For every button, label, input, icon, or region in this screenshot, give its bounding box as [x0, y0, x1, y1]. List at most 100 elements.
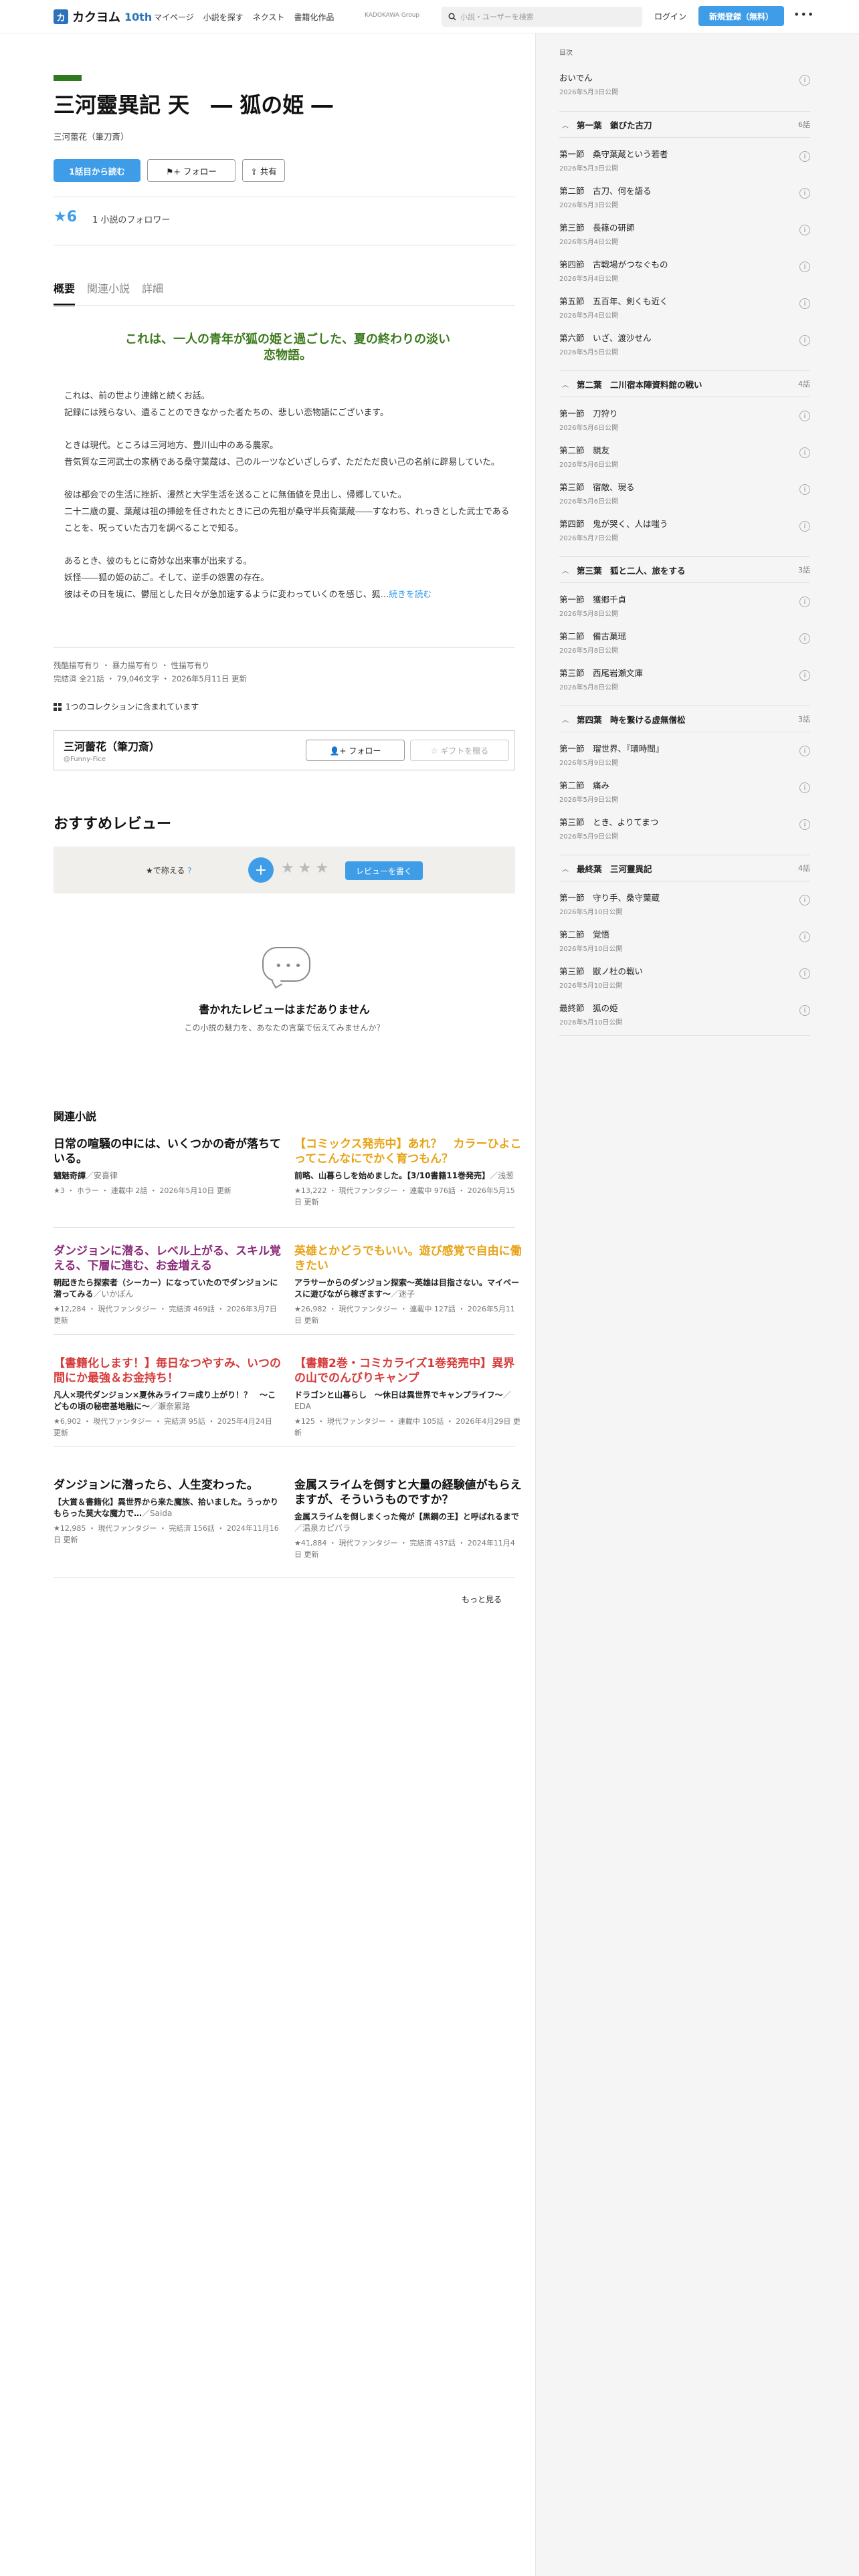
info-icon[interactable]: i	[799, 188, 810, 199]
toc-episode[interactable]: 第四節 鬼が哭く、人は嗤う 2026年5月7日公開 i	[559, 517, 810, 542]
related-novel-card[interactable]: 金属スライムを倒すと大量の経験値がもらえますが、そういうものですか？ 金属スライム…	[294, 1478, 522, 1560]
star-count[interactable]: ★6	[54, 209, 77, 225]
nav-mypage[interactable]: マイページ	[154, 11, 194, 23]
related-novel-author[interactable]: ／Saida	[142, 1509, 172, 1518]
info-icon[interactable]: i	[799, 75, 810, 86]
collection-link[interactable]: 1つのコレクションに含まれています	[54, 701, 199, 712]
related-novel-card[interactable]: ダンジョンに潜る、レベル上がる、スキル覚える、下層に進む、お金増える 朝起きたら探…	[54, 1244, 281, 1326]
related-novel-title[interactable]: 金属スライムを倒しまくった俺が【黒鋼の王】と呼ばれるまで／温泉カピバラ	[294, 1511, 522, 1534]
info-icon[interactable]: i	[799, 633, 810, 644]
info-icon[interactable]: i	[799, 298, 810, 309]
toc-episode[interactable]: 第一節 刀狩り 2026年5月6日公開 i	[559, 407, 810, 432]
info-icon[interactable]: i	[799, 597, 810, 607]
toc-episode[interactable]: 第三節 長篠の研師 2026年5月4日公開 i	[559, 221, 810, 246]
info-icon[interactable]: i	[799, 225, 810, 235]
related-novel-card[interactable]: 【書籍2巻・コミカライズ1巻発売中】異界の山でのんびりキャンプドラゴンと山暮らし…	[294, 1356, 522, 1438]
info-icon[interactable]: i	[799, 447, 810, 458]
info-icon[interactable]: i	[799, 484, 810, 495]
write-review-button[interactable]: レビューを書く	[345, 861, 423, 880]
related-novel-author[interactable]: ／いかぽん	[93, 1289, 133, 1299]
info-icon[interactable]: i	[799, 670, 810, 681]
related-novel-catch[interactable]: 日常の喧騒の中には、いくつかの奇が落ちている。	[54, 1137, 281, 1166]
site-logo[interactable]: カ カクヨム 10th	[54, 8, 152, 25]
related-novel-catch[interactable]: 【コミックス発売中】あれ？ カラーひよこってこんなにでかく育つもん？	[294, 1137, 522, 1166]
nav-search-novels[interactable]: 小説を探す	[203, 11, 244, 23]
toc-episode[interactable]: 第一節 守り手、桑守葉蔵 2026年5月10日公開 i	[559, 891, 810, 916]
signup-button[interactable]: 新規登録（無料）	[698, 6, 784, 26]
toc-episode[interactable]: 第五節 五百年、剣くも近く 2026年5月4日公開 i	[559, 294, 810, 320]
info-icon[interactable]: i	[799, 968, 810, 979]
toc-episode[interactable]: 第一節 獲郷千貞 2026年5月8日公開 i	[559, 593, 810, 618]
read-first-episode-button[interactable]: 1話目から読む	[54, 159, 140, 182]
related-novel-card[interactable]: ダンジョンに潜ったら、人生変わった。【大賞＆書籍化】異世界から来た魔族、拾いまし…	[54, 1478, 281, 1545]
related-novel-title[interactable]: 【大賞＆書籍化】異世界から来た魔族、拾いました。うっかりもらった莫大な魔力で…／…	[54, 1497, 281, 1519]
info-icon[interactable]: i	[799, 261, 810, 272]
follow-work-button[interactable]: ⚑+ フォロー	[147, 159, 235, 182]
related-novel-title[interactable]: アラサーからのダンジョン探索〜英雄は目指さない。マイペースに遊びながら稼ぎます〜…	[294, 1277, 522, 1300]
send-gift-button[interactable]: ☆ ギフトを贈る	[410, 740, 509, 761]
toc-chapter-header[interactable]: ︿ 第三葉 狐と二人、旅をする 3話	[559, 556, 810, 583]
related-novel-card[interactable]: 【コミックス発売中】あれ？ カラーひよこってこんなにでかく育つもん？ 前略、山暮ら…	[294, 1137, 522, 1208]
add-star-button[interactable]: +	[248, 857, 274, 883]
toc-episode[interactable]: 第六節 いざ、渡沙せん 2026年5月5日公開 i	[559, 331, 810, 356]
info-icon[interactable]: i	[799, 411, 810, 421]
tab-overview[interactable]: 概要	[54, 280, 76, 306]
read-more-link[interactable]: 続きを読む	[389, 590, 432, 600]
toc-episode[interactable]: 最終節 狐の姫 2026年5月10日公開 i	[559, 1001, 810, 1027]
info-icon[interactable]: i	[799, 746, 810, 756]
related-novel-author[interactable]: ／温泉カピバラ	[294, 1523, 351, 1533]
info-icon[interactable]: i	[799, 1005, 810, 1016]
toc-chapter-header[interactable]: ︿ 第一葉 鎖びた古刀 6話	[559, 111, 810, 138]
related-novel-catch[interactable]: 金属スライムを倒すと大量の経験値がもらえますが、そういうものですか？	[294, 1478, 522, 1507]
info-icon[interactable]: i	[799, 895, 810, 905]
login-link[interactable]: ログイン	[654, 11, 686, 22]
info-icon[interactable]: i	[799, 819, 810, 830]
help-icon[interactable]: ?	[187, 866, 191, 875]
nav-published[interactable]: 書籍化作品	[294, 11, 334, 23]
toc-episode[interactable]: 第三節 宿敵、現る 2026年5月6日公開 i	[559, 480, 810, 506]
related-novel-title[interactable]: ドラゴンと山暮らし 〜休日は異世界でキャンプライフ〜／EDA	[294, 1390, 522, 1412]
related-novel-author[interactable]: ／迷子	[391, 1289, 415, 1299]
related-novel-catch[interactable]: ダンジョンに潜ったら、人生変わった。	[54, 1478, 281, 1493]
related-novel-title[interactable]: 魑魅奇譚／安喜律	[54, 1170, 281, 1182]
related-novel-author[interactable]: ／浅葱	[490, 1171, 514, 1180]
related-novel-card[interactable]: 【書籍化します！】毎日なつやすみ、いつの間にか最強＆お金持ち！ 凡人×現代ダンジョ…	[54, 1356, 281, 1438]
work-title[interactable]: 三河靈異記 天 ― 狐の姫 ―	[54, 88, 332, 119]
toc-episode[interactable]: 第一節 桑守葉蔵という若者 2026年5月3日公開 i	[559, 147, 810, 173]
info-icon[interactable]: i	[799, 521, 810, 532]
nav-next[interactable]: ネクスト	[253, 11, 285, 23]
toc-episode[interactable]: 第四節 古戦場がつなぐもの 2026年5月4日公開 i	[559, 257, 810, 283]
toc-chapter-header[interactable]: ︿ 第四葉 時を繋ける虚無僧松 3話	[559, 706, 810, 732]
related-novel-catch[interactable]: 【書籍化します！】毎日なつやすみ、いつの間にか最強＆お金持ち！	[54, 1356, 281, 1386]
toc-episode[interactable]: 第二節 備古菓瑶 2026年5月8日公開 i	[559, 629, 810, 655]
related-novel-author[interactable]: ／安喜律	[86, 1171, 118, 1180]
related-novel-author[interactable]: ／瀬奈累路	[150, 1402, 190, 1411]
author-card-name[interactable]: 三河蕾花（筆刀斎）	[64, 738, 160, 754]
toc-episode[interactable]: 第一節 瑠世界、『環時間』 2026年5月9日公開 i	[559, 742, 810, 767]
search-input[interactable]	[460, 12, 634, 21]
follow-author-button[interactable]: 👤+ フォロー	[306, 740, 405, 761]
related-novel-card[interactable]: 英雄とかどうでもいい。遊び感覚で自由に働きたい アラサーからのダンジョン探索〜英雄…	[294, 1244, 522, 1326]
more-menu-icon[interactable]: •••	[793, 8, 814, 21]
share-button[interactable]: ⇪ 共有	[242, 159, 285, 182]
work-author[interactable]: 三河蕾花（筆刀斎）	[54, 130, 129, 142]
related-novel-title[interactable]: 凡人×現代ダンジョン×夏休みライフ＝成り上がり！？ 〜こどもの頃の秘密基地融に〜…	[54, 1390, 281, 1412]
toc-episode[interactable]: 第二節 痛み 2026年5月9日公開 i	[559, 778, 810, 804]
info-icon[interactable]: i	[799, 335, 810, 346]
star-rating-icons[interactable]: ★★★	[281, 860, 332, 877]
toc-episode[interactable]: 第三節 とき、よりてまつ 2026年5月9日公開 i	[559, 815, 810, 841]
toc-episode[interactable]: おいでん 2026年5月3日公開 i	[559, 71, 810, 96]
toc-chapter-header[interactable]: ︿ 第二葉 二川宿本陣資料館の戦い 4話	[559, 370, 810, 397]
kadokawa-group-label[interactable]: KADOKAWA Group	[365, 12, 419, 19]
related-novel-card[interactable]: 日常の喧騒の中には、いくつかの奇が落ちている。 魑魅奇譚／安喜律 ★3 ・ ホラー …	[54, 1137, 281, 1196]
toc-episode[interactable]: 第二節 親友 2026年5月6日公開 i	[559, 443, 810, 469]
see-more-link[interactable]: もっと見る	[462, 1594, 502, 1605]
toc-chapter-header[interactable]: ︿ 最終葉 三河靈異記 4話	[559, 855, 810, 881]
related-novel-catch[interactable]: ダンジョンに潜る、レベル上がる、スキル覚える、下層に進む、お金増える	[54, 1244, 281, 1273]
toc-episode[interactable]: 第三節 西尾岩瀬文庫 2026年5月8日公開 i	[559, 666, 810, 691]
related-novel-catch[interactable]: 【書籍2巻・コミカライズ1巻発売中】異界の山でのんびりキャンプ	[294, 1356, 522, 1386]
tab-related[interactable]: 関連小説	[87, 280, 130, 306]
related-novel-title[interactable]: 前略、山暮らしを始めました。【3/10書籍11巻発売】／浅葱	[294, 1170, 522, 1182]
toc-episode[interactable]: 第二節 古刀、何を語る 2026年5月3日公開 i	[559, 184, 810, 209]
info-icon[interactable]: i	[799, 932, 810, 942]
